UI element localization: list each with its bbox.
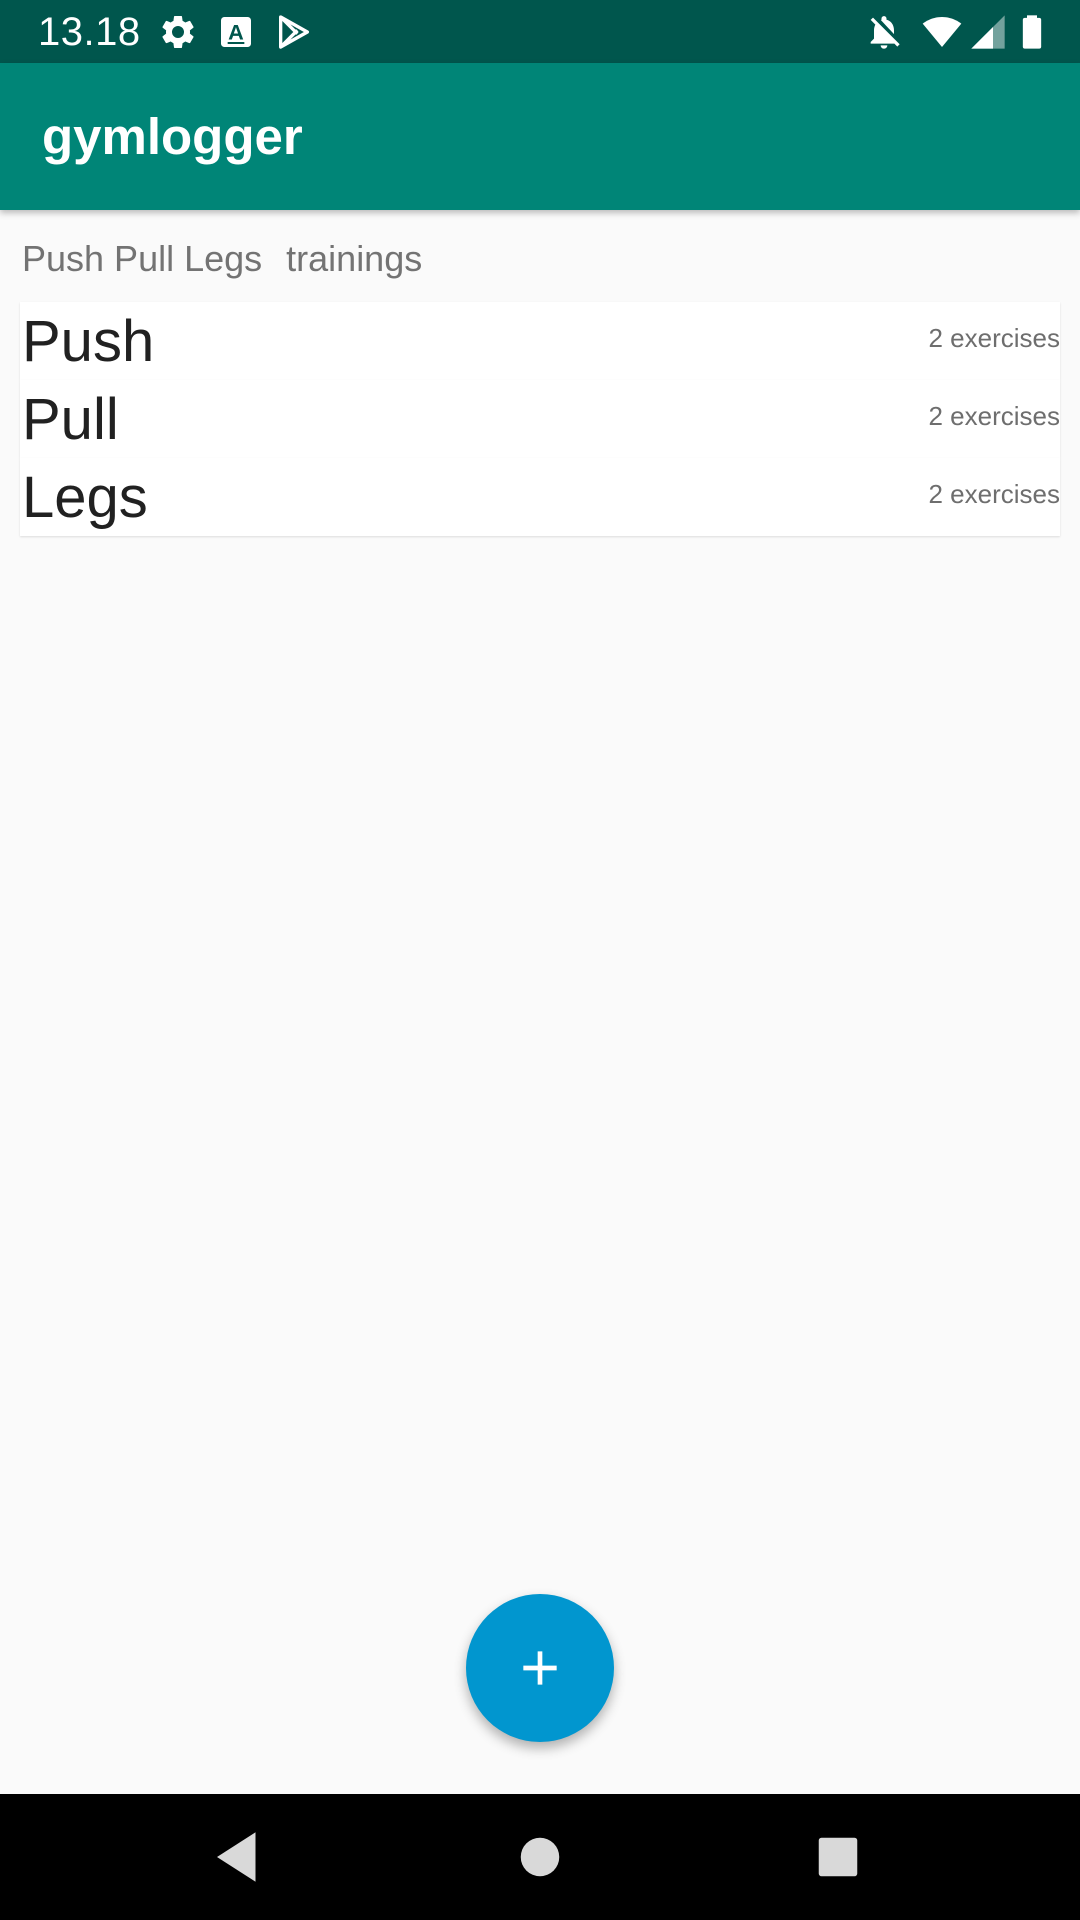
training-name: Push <box>22 309 155 374</box>
wifi-icon <box>922 17 962 47</box>
battery-icon <box>1022 15 1042 49</box>
training-row-push[interactable]: Push 2 exercises <box>20 302 1060 380</box>
training-row-legs[interactable]: Legs 2 exercises <box>20 458 1060 536</box>
plus-icon <box>523 1651 557 1685</box>
svg-text:A: A <box>228 20 244 45</box>
app-title: gymlogger <box>42 108 303 165</box>
recents-icon[interactable] <box>805 1824 871 1890</box>
home-icon[interactable] <box>507 1824 573 1890</box>
training-row-pull[interactable]: Pull 2 exercises <box>20 380 1060 458</box>
status-time: 13.18 <box>38 10 141 54</box>
settings-icon <box>162 15 194 48</box>
text-a-icon: A <box>221 17 251 47</box>
plan-name: Push Pull Legs <box>22 238 263 279</box>
signal-icon <box>971 15 1005 49</box>
app-bar: gymlogger <box>0 63 1080 210</box>
play-store-icon <box>279 15 309 49</box>
navigation-bar <box>0 1794 1080 1920</box>
exercise-count: 2 exercises <box>928 323 1061 353</box>
status-bar: 13.18 A <box>0 0 1080 63</box>
plan-header: Push Pull Legs trainings <box>22 234 422 284</box>
plan-header-suffix: trainings <box>286 238 423 279</box>
trainings-list: Push 2 exercises Pull 2 exercises Legs 2… <box>20 302 1060 536</box>
training-name: Legs <box>22 465 148 530</box>
back-icon[interactable] <box>206 1824 272 1890</box>
notifications-off-icon <box>870 16 900 49</box>
exercise-count: 2 exercises <box>928 479 1061 509</box>
training-name: Pull <box>22 387 119 452</box>
add-training-button[interactable] <box>466 1594 614 1742</box>
exercise-count: 2 exercises <box>928 401 1061 431</box>
